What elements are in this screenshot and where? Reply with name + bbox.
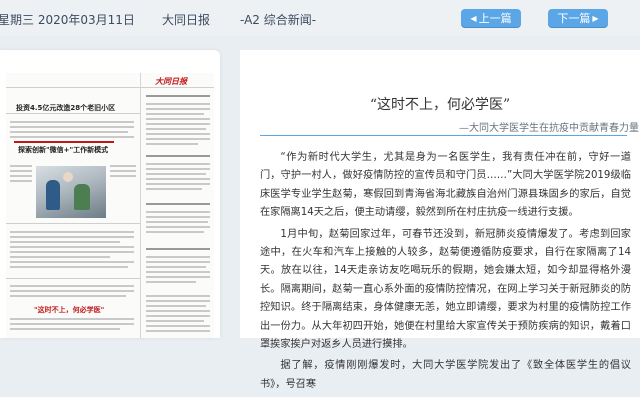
article-panel: “这时不上，何必学医” —大同大学医学生在抗疫中贡献青春力量 “作为新时代大学生… — [240, 50, 640, 390]
article-paragraph: 据了解，疫情刚刚爆发时，大同大学医学院发出了《致全体医学生的倡议书》，号召寒 — [260, 360, 631, 390]
newspaper-logo: 大同日报 — [155, 77, 187, 86]
issue-date: 星期三 2020年03月11日 — [0, 13, 135, 27]
newspaper-page-thumbnail[interactable]: 大同日报 投资4.5亿元改造28个老旧小区 探索创新"微信+"工作新模式 "这时… — [6, 73, 214, 338]
preview-headline: 投资4.5亿元改造28个老旧小区 — [16, 104, 116, 112]
title-divider — [260, 135, 627, 136]
next-article-button[interactable]: 下一篇 ▶ — [548, 9, 608, 28]
preview-photo — [36, 166, 106, 218]
page-preview-panel: 大同日报 投资4.5亿元改造28个老旧小区 探索创新"微信+"工作新模式 "这时… — [0, 50, 220, 338]
article-paragraph: 1月中旬，赵菊回家过年，可春节还没到，新冠肺炎疫情爆发了。考虑到回家途中，在火车… — [260, 228, 631, 351]
article-subtitle: —大同大学医学生在抗疫中贡献青春力量 — [459, 123, 639, 134]
triangle-left-icon: ◀ — [470, 14, 477, 23]
top-bar: 星期三 2020年03月11日 大同日报 -A2 综合新闻- ◀ 上一篇 下一篇 ▶ — [0, 0, 640, 36]
page-section: -A2 综合新闻- — [240, 13, 317, 27]
article-paragraph: “作为新时代大学生，尤其是身为一名医学生，我有责任冲在前，守好一道门，守护一村人… — [260, 152, 631, 219]
article-body: “作为新时代大学生，尤其是身为一名医学生，我有责任冲在前，守好一道门，守护一村人… — [260, 149, 631, 397]
prev-article-button[interactable]: ◀ 上一篇 — [461, 9, 521, 28]
preview-headline: 探索创新"微信+"工作新模式 — [18, 146, 109, 154]
article-title: “这时不上，何必学医” — [369, 97, 511, 113]
newspaper-name: 大同日报 — [162, 13, 211, 27]
preview-headline-selected: "这时不上，何必学医" — [34, 306, 105, 314]
triangle-right-icon: ▶ — [592, 14, 599, 23]
